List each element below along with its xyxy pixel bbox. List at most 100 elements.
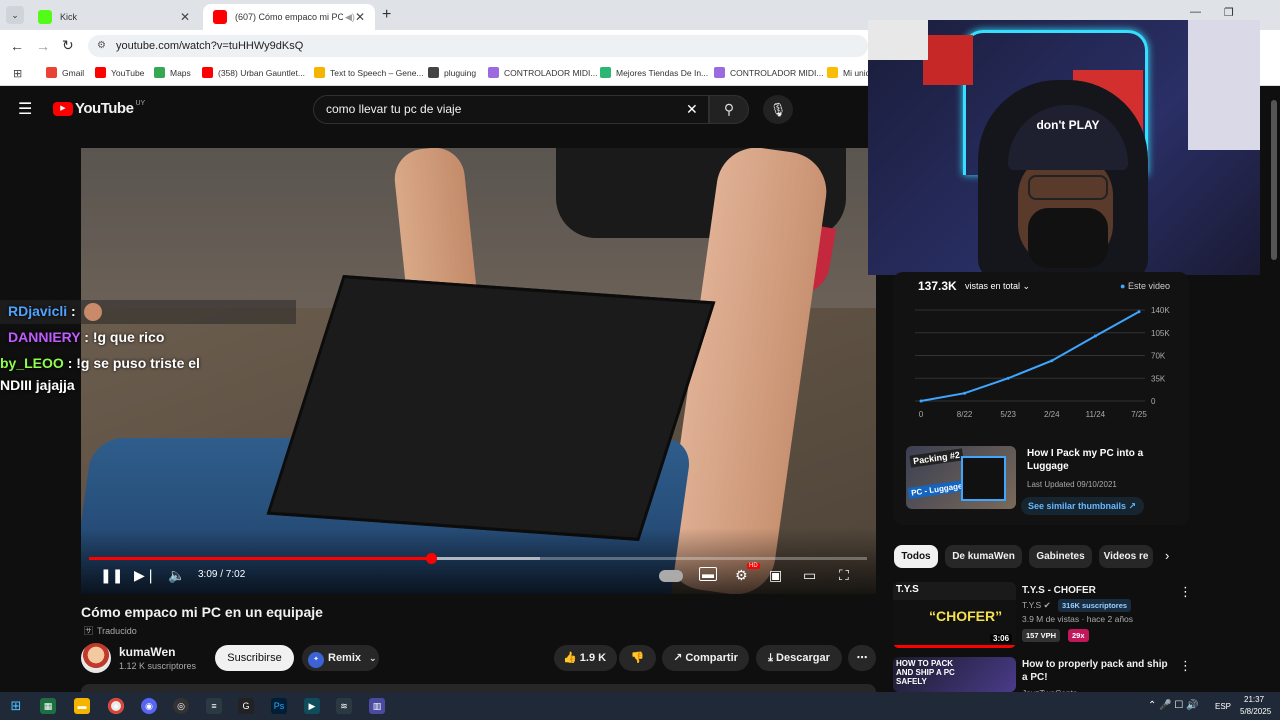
volume-icon[interactable]: 🔈 bbox=[168, 567, 185, 584]
miniplayer-icon[interactable]: ▣ bbox=[769, 567, 782, 584]
data-point bbox=[963, 391, 967, 395]
obs-icon[interactable]: ◎ bbox=[173, 698, 189, 714]
tab-youtube[interactable]: (607) Cómo empaco mi PC en ◀) ✕ bbox=[203, 4, 375, 30]
youtube-logo[interactable]: ▶ YouTube UY bbox=[53, 100, 145, 117]
w-icon bbox=[428, 67, 439, 78]
bookmark-item[interactable]: Text to Speech – Gene... bbox=[314, 67, 424, 78]
download-button[interactable]: ⤓ Descargar bbox=[756, 645, 842, 671]
app-icon[interactable]: G bbox=[238, 698, 254, 714]
more-options-icon[interactable]: ⋮ bbox=[1179, 584, 1192, 600]
mic-icon: 🎙 bbox=[769, 102, 787, 117]
file-explorer-icon[interactable]: ▬ bbox=[74, 698, 90, 714]
bookmark-item[interactable]: (358) Urban Gauntlet... bbox=[202, 67, 305, 78]
subtitles-icon[interactable]: ▬ bbox=[699, 567, 717, 581]
scrollbar[interactable] bbox=[1271, 100, 1277, 260]
bookmark-item[interactable]: Mi unid bbox=[827, 67, 870, 78]
excel-icon[interactable]: ▦ bbox=[40, 698, 56, 714]
chevron-right-icon[interactable]: › bbox=[1165, 548, 1169, 563]
discord-icon[interactable]: ◉ bbox=[141, 698, 157, 714]
poster bbox=[1188, 20, 1260, 150]
more-options-icon[interactable]: ⋮ bbox=[1179, 658, 1192, 674]
tab-search-button[interactable]: ⌄ bbox=[6, 6, 24, 24]
photoshop-icon[interactable]: Ps bbox=[271, 698, 287, 714]
close-icon[interactable]: ✕ bbox=[180, 10, 190, 24]
voice-search-button[interactable]: 🎙 bbox=[763, 95, 793, 124]
autoplay-toggle[interactable] bbox=[659, 570, 683, 582]
bookmark-item[interactable]: CONTROLADOR MIDI... bbox=[714, 67, 824, 78]
bookmark-item[interactable]: Maps bbox=[154, 67, 191, 78]
multiplier-badge: 29x bbox=[1068, 629, 1089, 642]
related-title[interactable]: How to properly pack and ship a PC! bbox=[1022, 658, 1172, 684]
dislike-button[interactable]: 👎 bbox=[619, 645, 656, 671]
back-icon[interactable]: ← bbox=[10, 38, 24, 54]
clock-date[interactable]: 5/8/2025 bbox=[1240, 707, 1271, 716]
related-channel[interactable]: T.Y.S ✔ bbox=[1022, 600, 1051, 611]
midi-icon bbox=[714, 67, 725, 78]
thumbnail-card-image[interactable]: Packing #2 PC - Luggage bbox=[906, 446, 1016, 509]
gmail-icon bbox=[46, 67, 57, 78]
subscribe-button[interactable]: Suscribirse bbox=[215, 645, 294, 671]
video-player[interactable]: ❚❚ ▶❘ 🔈 3:09 / 7:02 ▬ ⚙ HD ▣ ▭ ⛶ bbox=[81, 148, 876, 594]
tray-icons[interactable]: ⌃ 🎤 ☐ 🔊 bbox=[1148, 700, 1199, 711]
site-info-icon[interactable]: ⚙ bbox=[97, 35, 106, 57]
fullscreen-icon[interactable]: ⛶ bbox=[839, 567, 849, 584]
chip-related[interactable]: Videos re bbox=[1099, 545, 1153, 568]
related-thumbnail[interactable]: HOW TO PACK AND SHIP A PC SAFELY bbox=[893, 657, 1016, 692]
x-tick-label: 7/25 bbox=[1131, 410, 1147, 419]
youtube-icon bbox=[202, 67, 213, 78]
chat-text: NDIII jajajja bbox=[0, 377, 75, 393]
settings-icon[interactable]: ⚙ bbox=[735, 567, 748, 584]
chrome-icon[interactable]: ● bbox=[108, 698, 124, 714]
bookmark-item[interactable]: Mejores Tiendas De In... bbox=[600, 67, 708, 78]
bookmark-item[interactable]: Gmail bbox=[46, 67, 84, 78]
bookmark-item[interactable]: CONTROLADOR MIDI... bbox=[488, 67, 598, 78]
y-tick-label: 0 bbox=[1151, 397, 1156, 406]
remix-button[interactable]: ✦ Remix ⌄ bbox=[302, 645, 379, 671]
app-icon[interactable]: ≡ bbox=[206, 698, 222, 714]
related-title[interactable]: T.Y.S - CHOFER bbox=[1022, 584, 1172, 597]
channel-avatar[interactable] bbox=[81, 643, 111, 673]
bookmark-item[interactable]: pluguing bbox=[428, 67, 476, 78]
chip-cases[interactable]: Gabinetes bbox=[1029, 545, 1092, 568]
data-point bbox=[1006, 376, 1010, 380]
subscriber-badge: 316K suscriptores bbox=[1058, 599, 1132, 612]
next-icon[interactable]: ▶❘ bbox=[134, 567, 157, 584]
related-thumbnail[interactable]: T.Y.S “CHOFER” 3:06 bbox=[893, 582, 1016, 648]
chip-channel[interactable]: De kumaWen bbox=[945, 545, 1022, 568]
channel-name[interactable]: kumaWen bbox=[119, 645, 175, 659]
clock-time[interactable]: 21:37 bbox=[1244, 695, 1264, 704]
white-frame bbox=[868, 20, 928, 60]
share-button[interactable]: ↗ Compartir bbox=[662, 645, 749, 671]
see-similar-thumbnails-button[interactable]: See similar thumbnails ↗ bbox=[1021, 497, 1144, 515]
new-tab-button[interactable]: + bbox=[382, 6, 391, 24]
clear-search-icon[interactable]: ✕ bbox=[686, 96, 698, 123]
forward-icon[interactable]: → bbox=[36, 38, 50, 54]
windows-start-icon[interactable]: ⊞ bbox=[8, 698, 24, 714]
bookmark-item[interactable]: YouTube bbox=[95, 67, 144, 78]
theater-icon[interactable]: ▭ bbox=[803, 567, 816, 584]
more-actions-button[interactable]: ⋯ bbox=[848, 645, 876, 671]
kick-icon bbox=[38, 10, 52, 24]
restore-button[interactable]: ❐ bbox=[1224, 6, 1234, 19]
youtube-icon bbox=[95, 67, 106, 78]
close-icon[interactable]: ✕ bbox=[355, 10, 365, 24]
chip-all[interactable]: Todos bbox=[894, 545, 938, 568]
app-icon[interactable]: ≋ bbox=[336, 698, 352, 714]
search-input[interactable]: como llevar tu pc de viaje ✕ bbox=[313, 95, 709, 124]
input-language[interactable]: ESP bbox=[1215, 702, 1231, 711]
reload-icon[interactable]: ↻ bbox=[62, 37, 74, 54]
tab-kick[interactable]: Kick ✕ bbox=[28, 4, 200, 30]
menu-icon[interactable]: ☰ bbox=[18, 99, 32, 119]
apps-icon[interactable]: ⊞ bbox=[13, 67, 22, 80]
url-input[interactable]: ⚙ youtube.com/watch?v=tuHHWy9dKsQ bbox=[88, 35, 868, 57]
like-button[interactable]: 👍 1.9 K bbox=[554, 645, 617, 671]
app-icon[interactable]: ▥ bbox=[369, 698, 385, 714]
related-meta: 3.9 M de vistas · hace 2 años bbox=[1022, 614, 1134, 624]
search-button[interactable]: ⚲ bbox=[709, 95, 749, 124]
speaker-icon[interactable]: ◀) bbox=[345, 12, 355, 23]
pause-icon[interactable]: ❚❚ bbox=[100, 567, 123, 584]
progress-bar[interactable] bbox=[89, 553, 867, 564]
translated-label[interactable]: 🈂 Traducido bbox=[84, 624, 137, 637]
minimize-button[interactable]: — bbox=[1190, 6, 1201, 18]
app-icon[interactable]: ▶ bbox=[304, 698, 320, 714]
